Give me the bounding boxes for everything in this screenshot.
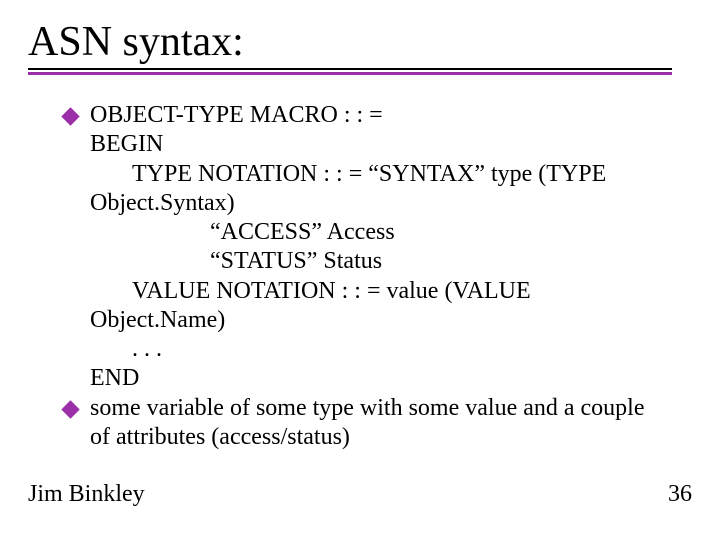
title-area: ASN syntax: [0, 0, 720, 70]
code-line: “STATUS” Status [90, 247, 692, 276]
code-line: VALUE NOTATION : : = value (VALUE [90, 277, 692, 306]
bullet-text-line: of attributes (access/status) [90, 423, 692, 452]
slide-title: ASN syntax: [28, 18, 672, 70]
diamond-bullet-icon [61, 107, 79, 125]
code-line: Object.Name) [90, 306, 692, 335]
footer-page-number: 36 [668, 481, 692, 508]
bullet-text-line: some variable of some type with some val… [90, 394, 692, 423]
slide-footer: Jim Binkley 36 [28, 481, 692, 508]
code-line: TYPE NOTATION : : = “SYNTAX” type (TYPE [90, 160, 692, 189]
slide-body: OBJECT-TYPE MACRO : : = BEGIN TYPE NOTAT… [0, 75, 720, 452]
code-line: Object.Syntax) [90, 189, 692, 218]
bullet-item: some variable of some type with some val… [90, 394, 692, 453]
code-line: END [90, 364, 692, 393]
diamond-bullet-icon [61, 400, 79, 418]
footer-author: Jim Binkley [28, 481, 145, 508]
bullet-item: OBJECT-TYPE MACRO : : = BEGIN TYPE NOTAT… [90, 101, 692, 394]
code-line: “ACCESS” Access [90, 218, 692, 247]
code-line: OBJECT-TYPE MACRO : : = [90, 101, 692, 130]
code-line: BEGIN [90, 130, 692, 159]
code-line: . . . [90, 335, 692, 364]
